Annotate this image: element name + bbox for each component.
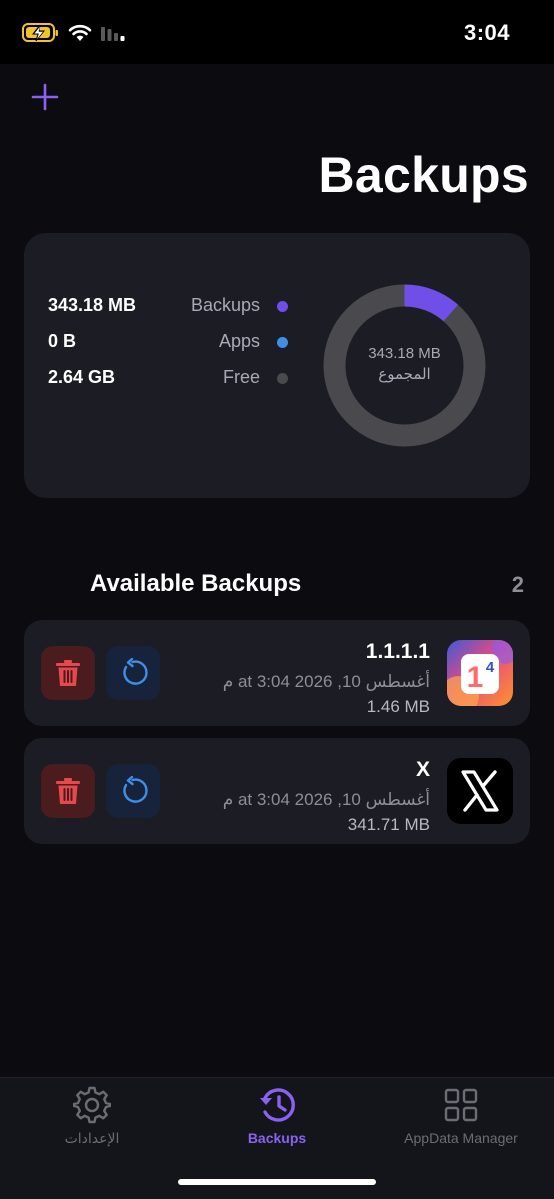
cellular-signal-icon <box>100 24 126 47</box>
backup-name: 1.1.1.1 <box>365 640 430 663</box>
tab-label: الإعدادات <box>64 1130 120 1146</box>
wifi-icon <box>68 23 92 48</box>
section-title: Available Backups <box>90 570 302 597</box>
backup-name: X <box>415 758 430 781</box>
backup-size: 341.71 MB <box>347 815 430 834</box>
backup-date: أغسطس 10, 2026 at 3:04 م <box>222 672 430 691</box>
page-title: Backups <box>318 147 529 203</box>
legend-dot <box>277 301 288 312</box>
tab-appdata-manager[interactable]: AppData Manager <box>388 1078 534 1168</box>
legend-dot <box>277 337 288 348</box>
restore-icon <box>123 658 148 685</box>
add-backup-button[interactable] <box>30 82 60 112</box>
delete-button[interactable] <box>41 646 95 700</box>
delete-button[interactable] <box>41 764 95 818</box>
svg-text:1: 1 <box>467 661 484 694</box>
plus-icon <box>31 83 59 111</box>
trash-icon <box>56 660 80 686</box>
status-time: 3:04 <box>463 20 510 45</box>
donut-total-label: المجموع <box>378 366 431 383</box>
restore-button[interactable] <box>106 764 160 818</box>
legend-value: 343.18 MB <box>48 295 137 315</box>
status-icons <box>22 22 126 49</box>
legend-value: 0 B <box>48 331 77 351</box>
battery-charging-icon <box>22 22 60 49</box>
backup-size: 1.46 MB <box>366 697 430 716</box>
tab-label: Backups <box>247 1130 307 1146</box>
backup-date: أغسطس 10, 2026 at 3:04 م <box>222 790 430 809</box>
backup-row[interactable]: X أغسطس 10, 2026 at 3:04 م 341.71 MB <box>24 738 530 844</box>
gear-icon <box>73 1086 111 1124</box>
tab-backups[interactable]: Backups <box>228 1078 326 1168</box>
tab-settings[interactable]: الإعدادات <box>40 1078 144 1168</box>
trash-icon <box>56 778 80 804</box>
restore-button[interactable] <box>106 646 160 700</box>
restore-icon <box>123 776 148 803</box>
storage-card: 343.18 MB Backups 0 B Apps 2.64 GB Free … <box>24 233 530 498</box>
legend-label: Free <box>222 367 260 387</box>
tab-label: AppData Manager <box>404 1130 518 1146</box>
backup-row[interactable]: 1.1.1.1 أغسطس 10, 2026 at 3:04 م 1.46 MB… <box>24 620 530 726</box>
donut-center-label: 343.18 MB المجموع <box>322 343 487 385</box>
svg-text:4: 4 <box>486 659 495 676</box>
legend-label: Backups <box>190 295 260 315</box>
legend-row-free: 2.64 GB Free <box>48 367 288 391</box>
legend-row-backups: 343.18 MB Backups <box>48 295 288 319</box>
legend-label: Apps <box>218 331 260 351</box>
grid-icon <box>444 1088 478 1122</box>
legend-value: 2.64 GB <box>48 367 116 387</box>
legend-row-apps: 0 B Apps <box>48 331 288 355</box>
donut-total-value: 343.18 MB <box>368 345 441 362</box>
x-app-icon <box>447 758 513 824</box>
status-bar: 3:04 <box>0 0 554 64</box>
cloudflare-1111-icon: 1 4 <box>447 640 513 706</box>
legend-dot <box>277 373 288 384</box>
section-count: 2 <box>511 572 524 597</box>
history-clock-icon <box>260 1088 295 1122</box>
home-indicator <box>178 1179 376 1185</box>
